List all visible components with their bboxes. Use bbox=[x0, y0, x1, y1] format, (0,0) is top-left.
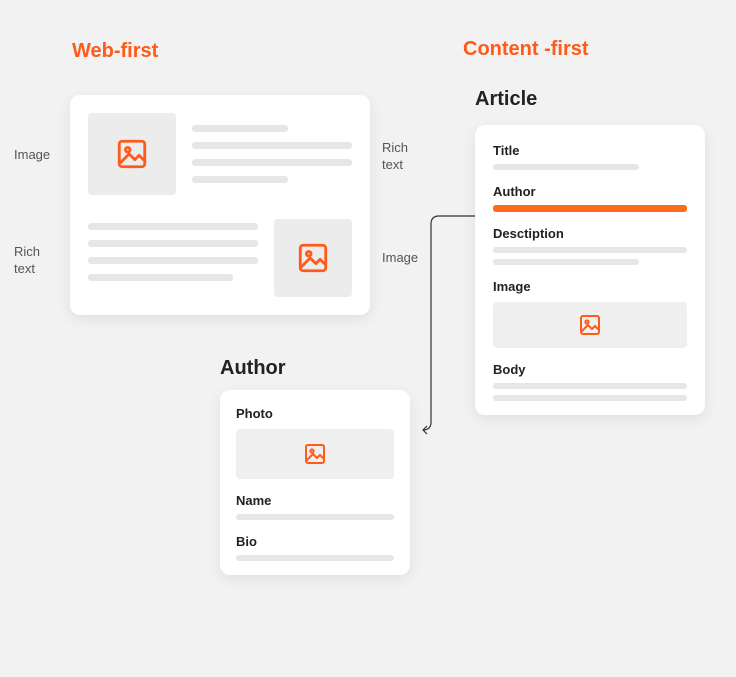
image-icon bbox=[303, 442, 327, 466]
image-placeholder-box bbox=[88, 113, 176, 195]
field-placeholder-bar bbox=[493, 164, 639, 170]
label-richtext-right: Richtext bbox=[382, 140, 416, 174]
image-icon bbox=[578, 313, 602, 337]
label-image-left: Image bbox=[14, 147, 50, 164]
heading-author: Author bbox=[220, 357, 286, 380]
field-label-name: Name bbox=[236, 493, 394, 508]
field-label-bio: Bio bbox=[236, 534, 394, 549]
field-placeholder-bar bbox=[493, 247, 687, 253]
richtext-placeholder-lines bbox=[192, 113, 352, 195]
field-placeholder-bar bbox=[236, 555, 394, 561]
heading-article: Article bbox=[475, 88, 537, 111]
image-placeholder-slot bbox=[493, 302, 687, 348]
field-placeholder-bar bbox=[236, 514, 394, 520]
web-first-card bbox=[70, 95, 370, 315]
field-label-photo: Photo bbox=[236, 406, 394, 421]
field-placeholder-bar bbox=[493, 395, 687, 401]
field-author-highlight-bar bbox=[493, 205, 687, 212]
field-label-image: Image bbox=[493, 279, 687, 294]
field-placeholder-bar bbox=[493, 383, 687, 389]
heading-content-first: Content -first bbox=[463, 38, 589, 61]
connector-arrow bbox=[419, 210, 479, 435]
image-placeholder-slot bbox=[236, 429, 394, 479]
author-card: Photo Name Bio bbox=[220, 390, 410, 575]
label-image-right: Image bbox=[382, 250, 418, 267]
image-icon bbox=[296, 241, 330, 275]
image-placeholder-box bbox=[274, 219, 352, 297]
heading-web-first: Web-first bbox=[72, 40, 158, 63]
article-card: Title Author Desctiption Image Body bbox=[475, 125, 705, 415]
richtext-placeholder-lines bbox=[88, 219, 258, 297]
label-richtext-left: Richtext bbox=[14, 244, 48, 278]
field-label-author: Author bbox=[493, 184, 687, 199]
field-label-body: Body bbox=[493, 362, 687, 377]
field-label-description: Desctiption bbox=[493, 226, 687, 241]
field-placeholder-bar bbox=[493, 259, 639, 265]
field-label-title: Title bbox=[493, 143, 687, 158]
image-icon bbox=[115, 137, 149, 171]
